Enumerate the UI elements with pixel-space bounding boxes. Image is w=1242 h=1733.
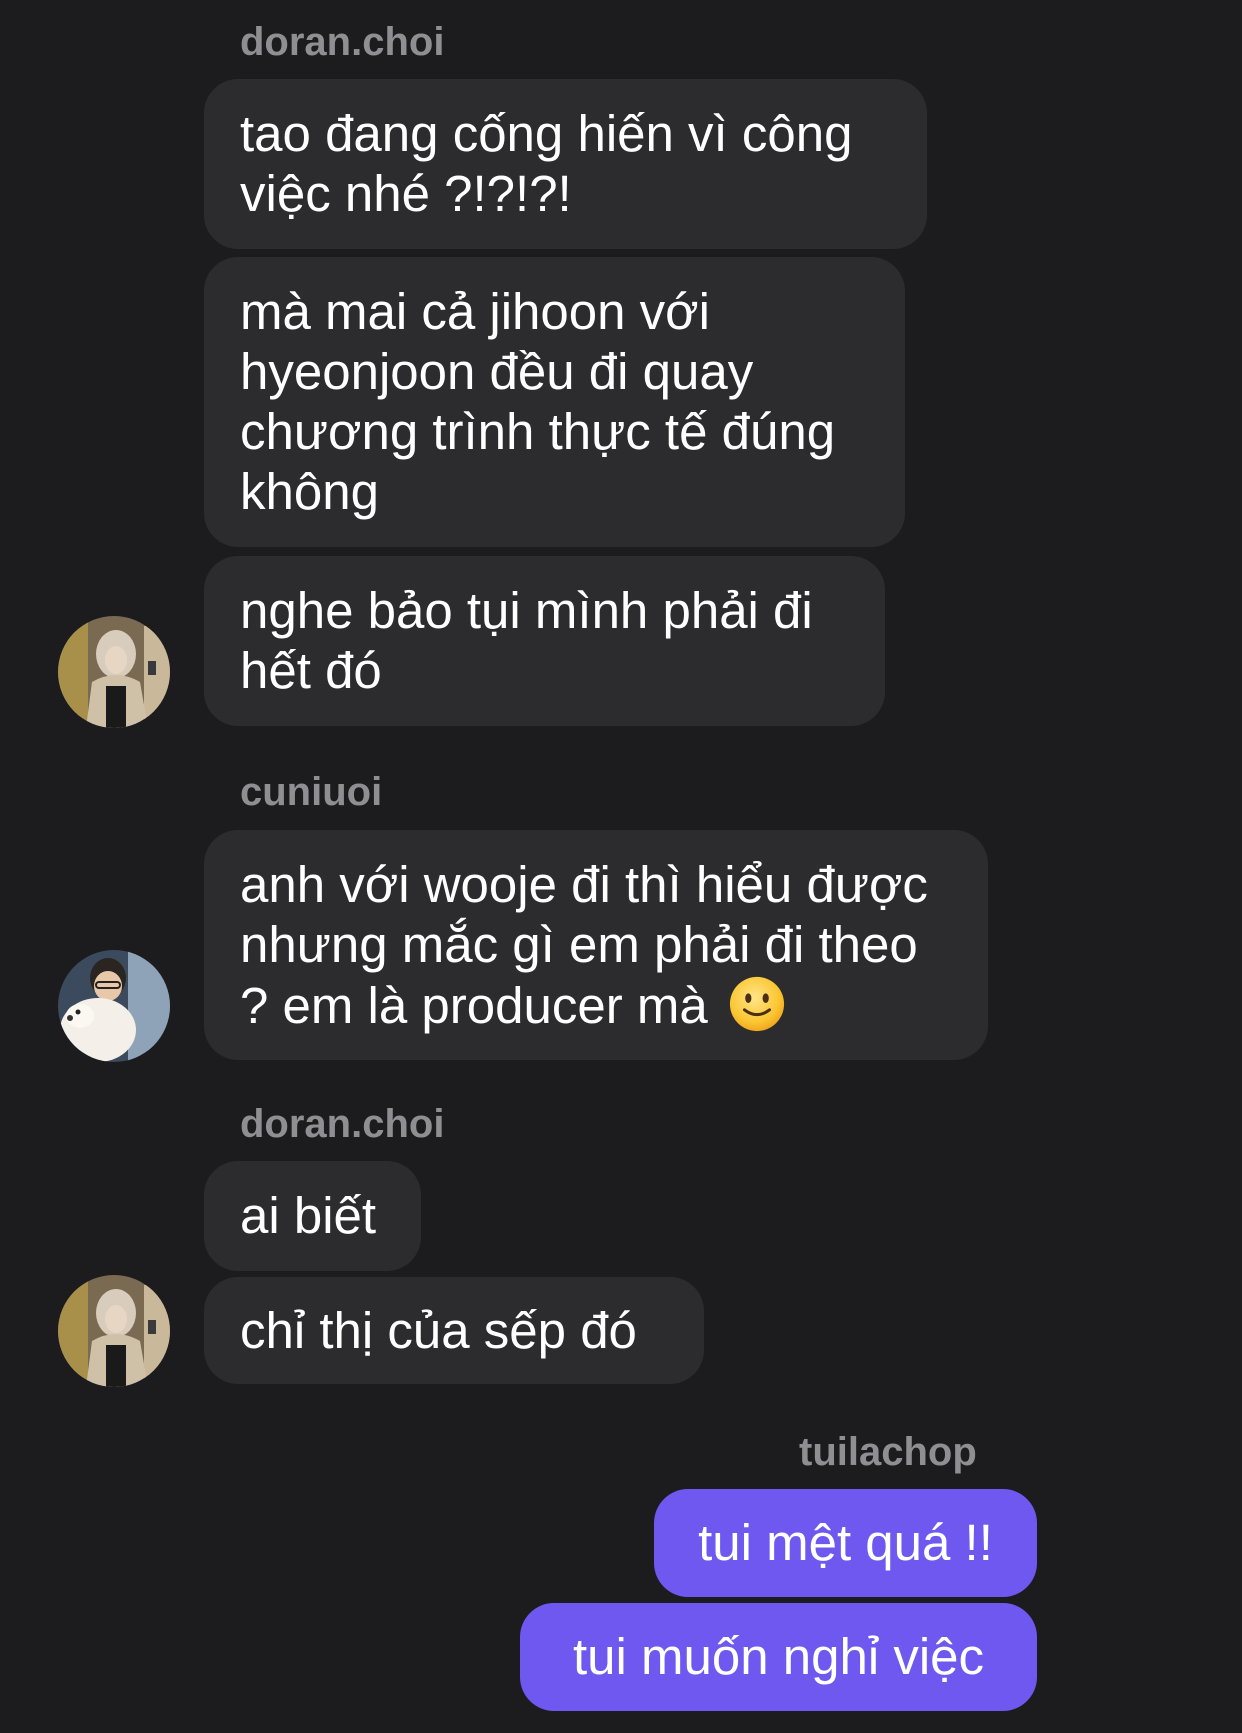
- avatar-photo: [58, 950, 170, 1062]
- message-text: mà mai cả jihoon với hyeonjoon đều đi qu…: [240, 283, 836, 520]
- message-text: tui muốn nghỉ việc: [572, 1628, 985, 1685]
- message-text-content: anh với wooje đi thì hiểu được nhưng mắc…: [240, 855, 928, 1034]
- avatar-cuniuoi[interactable]: [58, 950, 170, 1062]
- message-text: anh với wooje đi thì hiểu được nhưng mắc…: [240, 855, 952, 1036]
- message-thread[interactable]: doran.choi tao đang cống hiến vì công vi…: [0, 0, 1242, 1733]
- avatar-doran-choi[interactable]: [58, 616, 170, 728]
- avatar-photo: [58, 1275, 170, 1387]
- sender-name-doran-choi: doran.choi: [240, 1102, 445, 1146]
- sender-name-doran-choi: doran.choi: [240, 20, 445, 64]
- message-text: chỉ thị của sếp đó: [240, 1301, 637, 1359]
- slightly-smiling-face-icon: [729, 976, 784, 1031]
- message-text: ai biết: [240, 1187, 377, 1244]
- message-bubble[interactable]: ai biết: [204, 1161, 421, 1271]
- message-bubble[interactable]: tao đang cống hiến vì công việc nhé ?!?!…: [204, 79, 927, 249]
- message-bubble-outgoing[interactable]: tui muốn nghỉ việc: [520, 1603, 1037, 1711]
- message-text: nghe bảo tụi mình phải đi hết đó: [240, 582, 813, 699]
- message-bubble[interactable]: chỉ thị của sếp đó: [204, 1277, 704, 1384]
- message-text: tui mệt quá !!: [698, 1514, 993, 1571]
- message-bubble[interactable]: anh với wooje đi thì hiểu được nhưng mắc…: [204, 830, 988, 1060]
- sender-name-tuilachop: tuilachop: [799, 1430, 977, 1474]
- message-text: tao đang cống hiến vì công việc nhé ?!?!…: [240, 105, 853, 222]
- avatar-doran-choi[interactable]: [58, 1275, 170, 1387]
- sender-name-cuniuoi: cuniuoi: [240, 770, 383, 814]
- message-bubble[interactable]: mà mai cả jihoon với hyeonjoon đều đi qu…: [204, 257, 905, 547]
- message-bubble-outgoing[interactable]: tui mệt quá !!: [654, 1489, 1037, 1597]
- message-bubble[interactable]: nghe bảo tụi mình phải đi hết đó: [204, 556, 885, 726]
- avatar-photo: [58, 616, 170, 728]
